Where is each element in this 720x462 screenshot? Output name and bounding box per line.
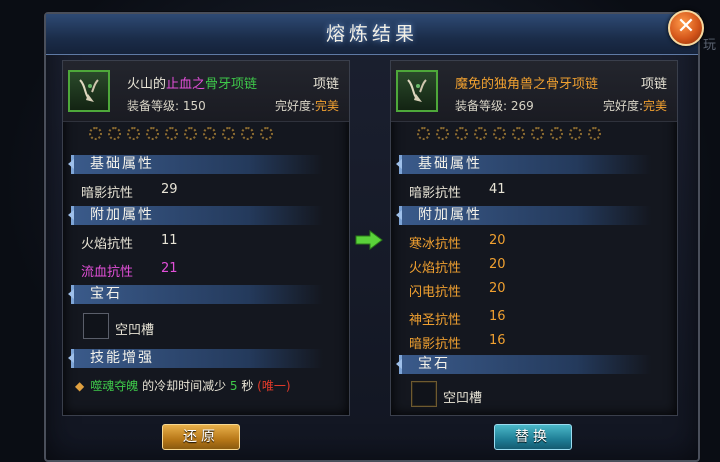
gem-slot-label: 空凹槽: [115, 323, 155, 338]
socket-icon: [146, 127, 159, 140]
skill-header: 技能增强: [68, 349, 323, 368]
attr-row: 暗影抗性 29: [81, 182, 178, 201]
gem-header: 宝石: [396, 355, 651, 374]
socket-icon: [455, 127, 468, 140]
original-item-name: 火山的止血之骨牙项链: [127, 77, 258, 92]
attr-row: 暗影抗性 41: [409, 182, 506, 201]
bone-necklace-icon-shape: [79, 79, 99, 102]
gem-header: 宝石: [68, 285, 323, 304]
attr-row: 暗影抗性 16: [409, 333, 506, 352]
socket-icon: [512, 127, 525, 140]
original-item-level: 装备等级: 150: [127, 99, 206, 113]
attr-row: 流血抗性 21: [81, 261, 178, 280]
socket-icon: [127, 127, 140, 140]
original-socket-row: [89, 127, 273, 143]
background-hint: 玩: [702, 38, 716, 53]
attr-row: 火焰抗性 11: [81, 233, 178, 252]
socket-icon: [417, 127, 430, 140]
socket-icon: [550, 127, 563, 140]
attr-row: 闪电抗性 20: [409, 281, 506, 300]
window-title: 熔炼结果: [46, 14, 698, 55]
gem-slot[interactable]: [83, 313, 109, 339]
socket-icon: [531, 127, 544, 140]
skill-bonus-line: ◆ 噬魂夺魄 的冷却时间减少 5 秒 (唯一): [75, 379, 291, 393]
bone-necklace-icon-shape: [407, 79, 427, 102]
original-item-type: 项链: [312, 77, 339, 92]
base-attrs-header: 基础属性: [68, 155, 323, 174]
original-item-condition: 完好度:完美: [274, 99, 339, 113]
socket-icon: [89, 127, 102, 140]
attr-row: 寒冰抗性 20: [409, 233, 506, 252]
socket-icon: [203, 127, 216, 140]
socket-icon: [436, 127, 449, 140]
result-item-header: 魔免的独角兽之骨牙项链 项链 装备等级: 269 完好度:完美: [391, 61, 677, 122]
close-icon[interactable]: ✕: [668, 10, 704, 46]
socket-icon: [569, 127, 582, 140]
original-item-panel: 火山的止血之骨牙项链 项链 装备等级: 150 完好度:完美 基础属性 暗影抗性…: [62, 60, 350, 416]
socket-icon: [165, 127, 178, 140]
socket-icon: [222, 127, 235, 140]
arrow-right-icon: [355, 230, 383, 250]
socket-icon: [108, 127, 121, 140]
socket-icon: [588, 127, 601, 140]
replace-button[interactable]: 替换: [494, 424, 572, 450]
result-item-panel: 魔免的独角兽之骨牙项链 项链 装备等级: 269 完好度:完美 基础属性 暗影抗…: [390, 60, 678, 416]
extra-attrs-header: 附加属性: [396, 206, 651, 225]
result-item-condition: 完好度:完美: [602, 99, 667, 113]
bone-necklace-icon[interactable]: [68, 70, 110, 112]
result-item-type: 项链: [640, 77, 667, 92]
socket-icon: [493, 127, 506, 140]
socket-icon: [474, 127, 487, 140]
base-attrs-header: 基础属性: [396, 155, 651, 174]
restore-button[interactable]: 还原: [162, 424, 240, 450]
result-socket-row: [417, 127, 601, 143]
result-item-level: 装备等级: 269: [455, 99, 534, 113]
socket-icon: [184, 127, 197, 140]
attr-row: 火焰抗性 20: [409, 257, 506, 276]
result-item-name: 魔免的独角兽之骨牙项链: [455, 77, 599, 92]
gem-slot-label: 空凹槽: [443, 391, 483, 406]
attr-row: 神圣抗性 16: [409, 309, 506, 328]
smelt-result-window: 熔炼结果 火山的止血之骨牙项链 项链 装备等级: 150 完好度:完美 基础属性…: [44, 12, 700, 462]
gem-slot[interactable]: [411, 381, 437, 407]
bone-necklace-icon[interactable]: [396, 70, 438, 112]
socket-icon: [260, 127, 273, 140]
diamond-bullet-icon: ◆: [75, 379, 85, 393]
socket-icon: [241, 127, 254, 140]
original-item-header: 火山的止血之骨牙项链 项链 装备等级: 150 完好度:完美: [63, 61, 349, 122]
extra-attrs-header: 附加属性: [68, 206, 323, 225]
